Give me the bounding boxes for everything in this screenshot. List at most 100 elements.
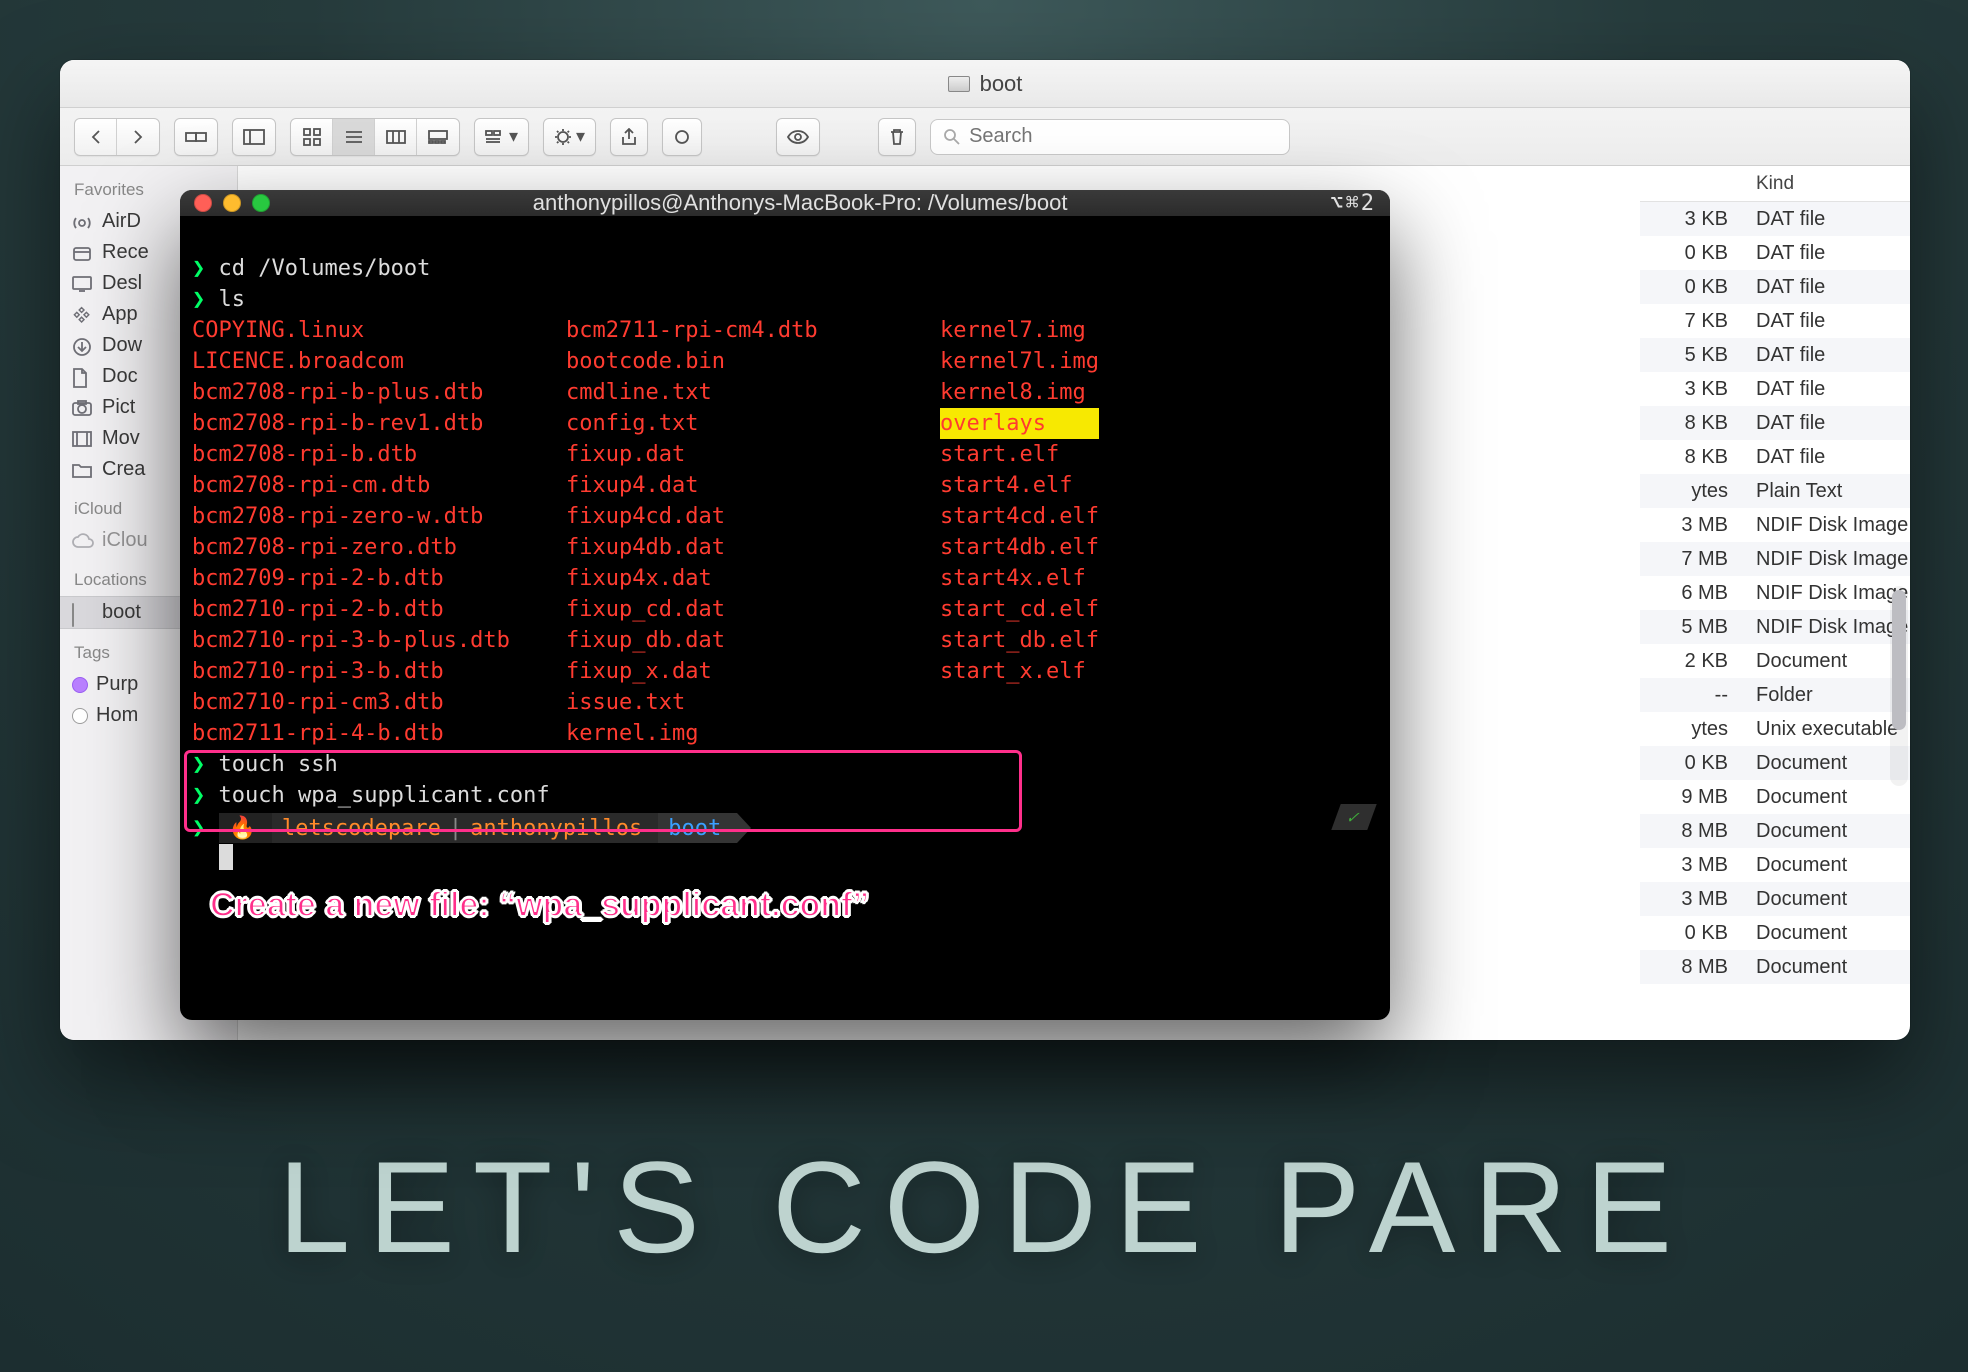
tag-dot-icon <box>72 708 88 724</box>
ls-entry: kernel.img <box>566 718 936 749</box>
action-button[interactable]: ▾ <box>543 118 596 156</box>
nav-back-forward[interactable] <box>74 118 160 156</box>
sidebar-item-label: Pict <box>102 396 135 419</box>
terminal-cmd: cd /Volumes/boot <box>219 256 431 281</box>
ls-entry: fixup_db.dat <box>566 625 936 656</box>
zoom-button[interactable] <box>252 194 270 212</box>
view-icons-button[interactable] <box>291 119 333 155</box>
table-row[interactable]: 8 MBDocument <box>1640 814 1910 848</box>
ls-entry: bcm2708-rpi-cm.dtb <box>192 470 562 501</box>
cell-size: 3 KB <box>1640 208 1740 231</box>
sidebar-item-label: Doc <box>102 365 138 388</box>
table-row[interactable]: 2 KBDocument <box>1640 644 1910 678</box>
table-row[interactable]: --Folder <box>1640 678 1910 712</box>
table-row[interactable]: 6 MBNDIF Disk Image <box>1640 576 1910 610</box>
scrollbar-thumb[interactable] <box>1892 590 1906 730</box>
cell-kind: Folder <box>1740 684 1910 707</box>
ls-entry: bcm2711-rpi-4-b.dtb <box>192 718 562 749</box>
table-row[interactable]: ytesPlain Text <box>1640 474 1910 508</box>
view-gallery-button[interactable] <box>417 119 459 155</box>
view-mode-group[interactable] <box>290 118 460 156</box>
table-row[interactable]: 0 KBDAT file <box>1640 236 1910 270</box>
airdrop-icon <box>72 213 94 231</box>
quicklook-button[interactable] <box>776 118 820 156</box>
ls-entry: config.txt <box>566 408 936 439</box>
disk-icon <box>72 604 94 622</box>
cell-size: 8 KB <box>1640 446 1740 469</box>
table-row[interactable]: 0 KBDAT file <box>1640 270 1910 304</box>
cell-size: 5 KB <box>1640 344 1740 367</box>
table-row[interactable]: 7 MBNDIF Disk Image <box>1640 542 1910 576</box>
cell-kind: Document <box>1740 956 1910 979</box>
cell-kind: DAT file <box>1740 344 1910 367</box>
table-row[interactable]: 5 KBDAT file <box>1640 338 1910 372</box>
search-icon <box>943 128 961 146</box>
ls-entry: bcm2708-rpi-b-plus.dtb <box>192 377 562 408</box>
table-row[interactable]: 3 KBDAT file <box>1640 372 1910 406</box>
cell-size: 0 KB <box>1640 276 1740 299</box>
ls-entry: fixup.dat <box>566 439 936 470</box>
cell-size: 8 MB <box>1640 956 1740 979</box>
table-row[interactable]: 0 KBDocument <box>1640 746 1910 780</box>
ls-entry: bootcode.bin <box>566 346 936 377</box>
ls-entry: issue.txt <box>566 687 936 718</box>
cell-kind: NDIF Disk Image <box>1740 548 1910 571</box>
delete-button[interactable] <box>878 118 916 156</box>
ls-entry: bcm2708-rpi-zero.dtb <box>192 532 562 563</box>
table-row[interactable]: 9 MBDocument <box>1640 780 1910 814</box>
view-list-button[interactable] <box>333 119 375 155</box>
path-button[interactable] <box>174 118 218 156</box>
table-row[interactable]: ytesUnix executable <box>1640 712 1910 746</box>
search-input[interactable] <box>969 125 1277 148</box>
cell-kind: Plain Text <box>1740 480 1910 503</box>
table-row[interactable]: 8 MBDocument <box>1640 950 1910 984</box>
table-row[interactable]: 8 KBDAT file <box>1640 406 1910 440</box>
search-field[interactable] <box>930 119 1290 155</box>
ls-entry: fixup_x.dat <box>566 656 936 687</box>
nav-forward-button[interactable] <box>117 119 159 155</box>
sidebar-item-label: Desl <box>102 272 142 295</box>
ls-entry: fixup4x.dat <box>566 563 936 594</box>
terminal-title: anthonypillos@Anthonys-MacBook-Pro: /Vol… <box>280 190 1320 216</box>
cell-kind: DAT file <box>1740 446 1910 469</box>
table-row[interactable]: 0 KBDocument <box>1640 916 1910 950</box>
minimize-button[interactable] <box>223 194 241 212</box>
column-header-kind[interactable]: Kind <box>1740 173 1910 195</box>
scrollbar[interactable] <box>1890 586 1908 786</box>
table-row[interactable]: 7 KBDAT file <box>1640 304 1910 338</box>
view-columns-button[interactable] <box>375 119 417 155</box>
ls-entry: bcm2710-rpi-cm3.dtb <box>192 687 562 718</box>
terminal-body[interactable]: ❯ cd /Volumes/boot ❯ ls COPYING.linuxLIC… <box>180 216 1390 1020</box>
table-row[interactable]: 3 MBDocument <box>1640 848 1910 882</box>
ls-entry: kernel8.img <box>940 377 1099 408</box>
table-row[interactable]: 3 KBDAT file <box>1640 202 1910 236</box>
ls-entry: start4db.elf <box>940 532 1099 563</box>
ls-entry: kernel7l.img <box>940 346 1099 377</box>
cell-size: 9 MB <box>1640 786 1740 809</box>
column-headers[interactable]: Kind <box>1640 166 1910 202</box>
close-button[interactable] <box>194 194 212 212</box>
cell-size: 5 MB <box>1640 616 1740 639</box>
table-row[interactable]: 3 MBNDIF Disk Image <box>1640 508 1910 542</box>
ls-output: COPYING.linuxLICENCE.broadcombcm2708-rpi… <box>192 315 1378 749</box>
sidebar-toggle-button[interactable] <box>232 118 276 156</box>
cell-kind: Unix executable <box>1740 718 1910 741</box>
nav-back-button[interactable] <box>75 119 117 155</box>
ls-entry: bcm2709-rpi-2-b.dtb <box>192 563 562 594</box>
table-row[interactable]: 3 MBDocument <box>1640 882 1910 916</box>
cell-size: 6 MB <box>1640 582 1740 605</box>
tag-button[interactable] <box>662 118 702 156</box>
cell-size: 3 MB <box>1640 854 1740 877</box>
finder-titlebar: boot <box>60 60 1910 108</box>
powerline-prompt: 🔥letscodepare|anthonypillosboot <box>219 813 738 843</box>
ls-entry: fixup4.dat <box>566 470 936 501</box>
cell-kind: Document <box>1740 752 1910 775</box>
film-icon <box>72 430 94 448</box>
table-row[interactable]: 5 MBNDIF Disk Image <box>1640 610 1910 644</box>
table-row[interactable]: 8 KBDAT file <box>1640 440 1910 474</box>
camera-icon <box>72 399 94 417</box>
share-button[interactable] <box>610 118 648 156</box>
cell-size: 7 KB <box>1640 310 1740 333</box>
arrange-button[interactable]: ▾ <box>474 118 529 156</box>
cell-size: -- <box>1640 684 1740 707</box>
